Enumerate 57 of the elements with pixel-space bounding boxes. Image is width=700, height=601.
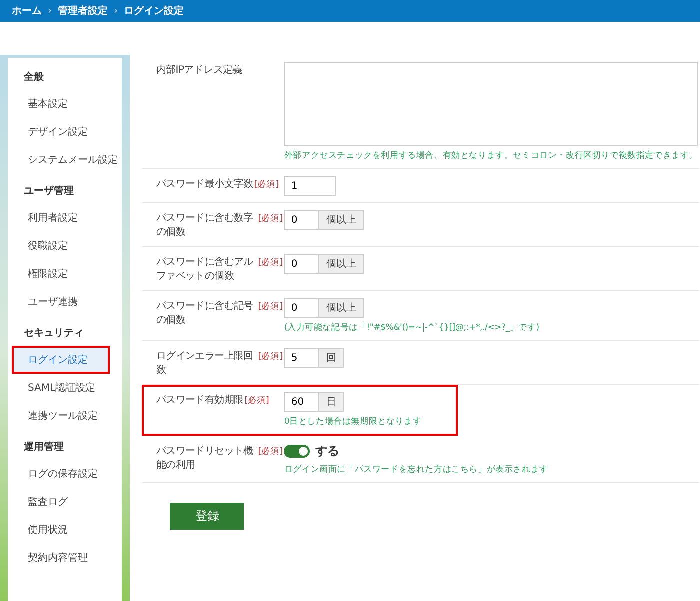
sidebar-item[interactable]: 契約内容管理 <box>12 544 122 572</box>
required-mark: [必須] <box>258 257 284 270</box>
hint-text: (入力可能な記号は「!"#$%&'()=~|-^`{}[]@;:+*,./<>?_」です) <box>284 322 540 334</box>
field-label: パスワードに含むアルファベットの個数 <box>156 256 254 284</box>
ip-address-field[interactable] <box>284 62 698 146</box>
number-field[interactable]: 5 <box>284 348 318 368</box>
number-field[interactable]: 0 <box>284 210 318 230</box>
number-field[interactable]: 60 <box>284 392 318 412</box>
unit-label: 個以上 <box>318 298 364 318</box>
breadcrumb-separator: › <box>114 6 118 16</box>
sidebar-heading: ユーザ管理 <box>23 184 75 199</box>
number-field[interactable]: 0 <box>284 254 318 274</box>
sidebar-item[interactable]: 利用者設定 <box>12 204 122 232</box>
breadcrumb-separator: › <box>48 6 52 16</box>
sidebar-item[interactable]: ログの保存設定 <box>12 460 122 488</box>
sidebar-item[interactable]: 使用状況 <box>12 516 122 544</box>
hint-text: 外部アクセスチェックを利用する場合、有効となります。セミコロン・改行区切りで複数指定できます。 <box>284 150 698 162</box>
sidebar-item[interactable]: 連携ツール設定 <box>12 402 122 430</box>
sidebar-item[interactable]: デザイン設定 <box>12 118 122 146</box>
required-mark: [必須] <box>244 395 270 408</box>
sidebar-heading: 全般 <box>23 70 45 85</box>
sidebar-item[interactable]: システムメール設定 <box>12 146 122 174</box>
sidebar-item[interactable]: SAML認証設定 <box>12 374 122 402</box>
breadcrumb-link[interactable]: ログイン設定 <box>124 4 184 18</box>
field-label: パスワードに含む数字の個数 <box>156 212 254 240</box>
required-mark: [必須] <box>258 446 284 459</box>
number-field[interactable]: 1 <box>284 176 336 196</box>
required-mark: [必須] <box>254 179 280 192</box>
hint-text: ログイン画面に「パスワードを忘れた方はこちら」が表示されます <box>284 464 550 476</box>
unit-label: 回 <box>318 348 344 368</box>
sidebar-item[interactable]: 権限設定 <box>12 260 122 288</box>
sidebar-item[interactable]: 役職設定 <box>12 232 122 260</box>
sidebar-heading: 運用管理 <box>23 440 65 455</box>
field-label: パスワードに含む記号の個数 <box>156 300 254 328</box>
required-mark: [必須] <box>258 351 284 364</box>
sidebar-item[interactable]: ユーザ連携 <box>12 288 122 316</box>
required-mark: [必須] <box>258 301 284 314</box>
toggle-label: する <box>315 443 340 460</box>
breadcrumb-link[interactable]: 管理者設定 <box>58 4 108 18</box>
sidebar-item[interactable]: 監査ログ <box>12 488 122 516</box>
toggle-switch[interactable] <box>284 445 310 458</box>
number-field[interactable]: 0 <box>284 298 318 318</box>
field-label: 内部IPアドレス定義 <box>156 64 242 78</box>
hint-text: 0日とした場合は無期限となります <box>284 416 423 428</box>
field-label: パスワード最小文字数 <box>156 178 254 192</box>
unit-label: 日 <box>318 392 344 412</box>
field-label: パスワード有効期限 <box>156 394 244 408</box>
sidebar-heading: セキュリティ <box>23 327 85 341</box>
sidebar-item[interactable]: ログイン設定 <box>12 346 110 374</box>
breadcrumb-link[interactable]: ホーム <box>12 4 42 18</box>
unit-label: 個以上 <box>318 254 364 274</box>
submit-button[interactable]: 登録 <box>170 503 244 530</box>
sidebar-item[interactable]: 基本設定 <box>12 90 122 118</box>
field-label: パスワードリセット機能の利用 <box>156 445 254 473</box>
required-mark: [必須] <box>258 213 284 226</box>
field-label: ログインエラー上限回数 <box>156 350 254 378</box>
unit-label: 個以上 <box>318 210 364 230</box>
